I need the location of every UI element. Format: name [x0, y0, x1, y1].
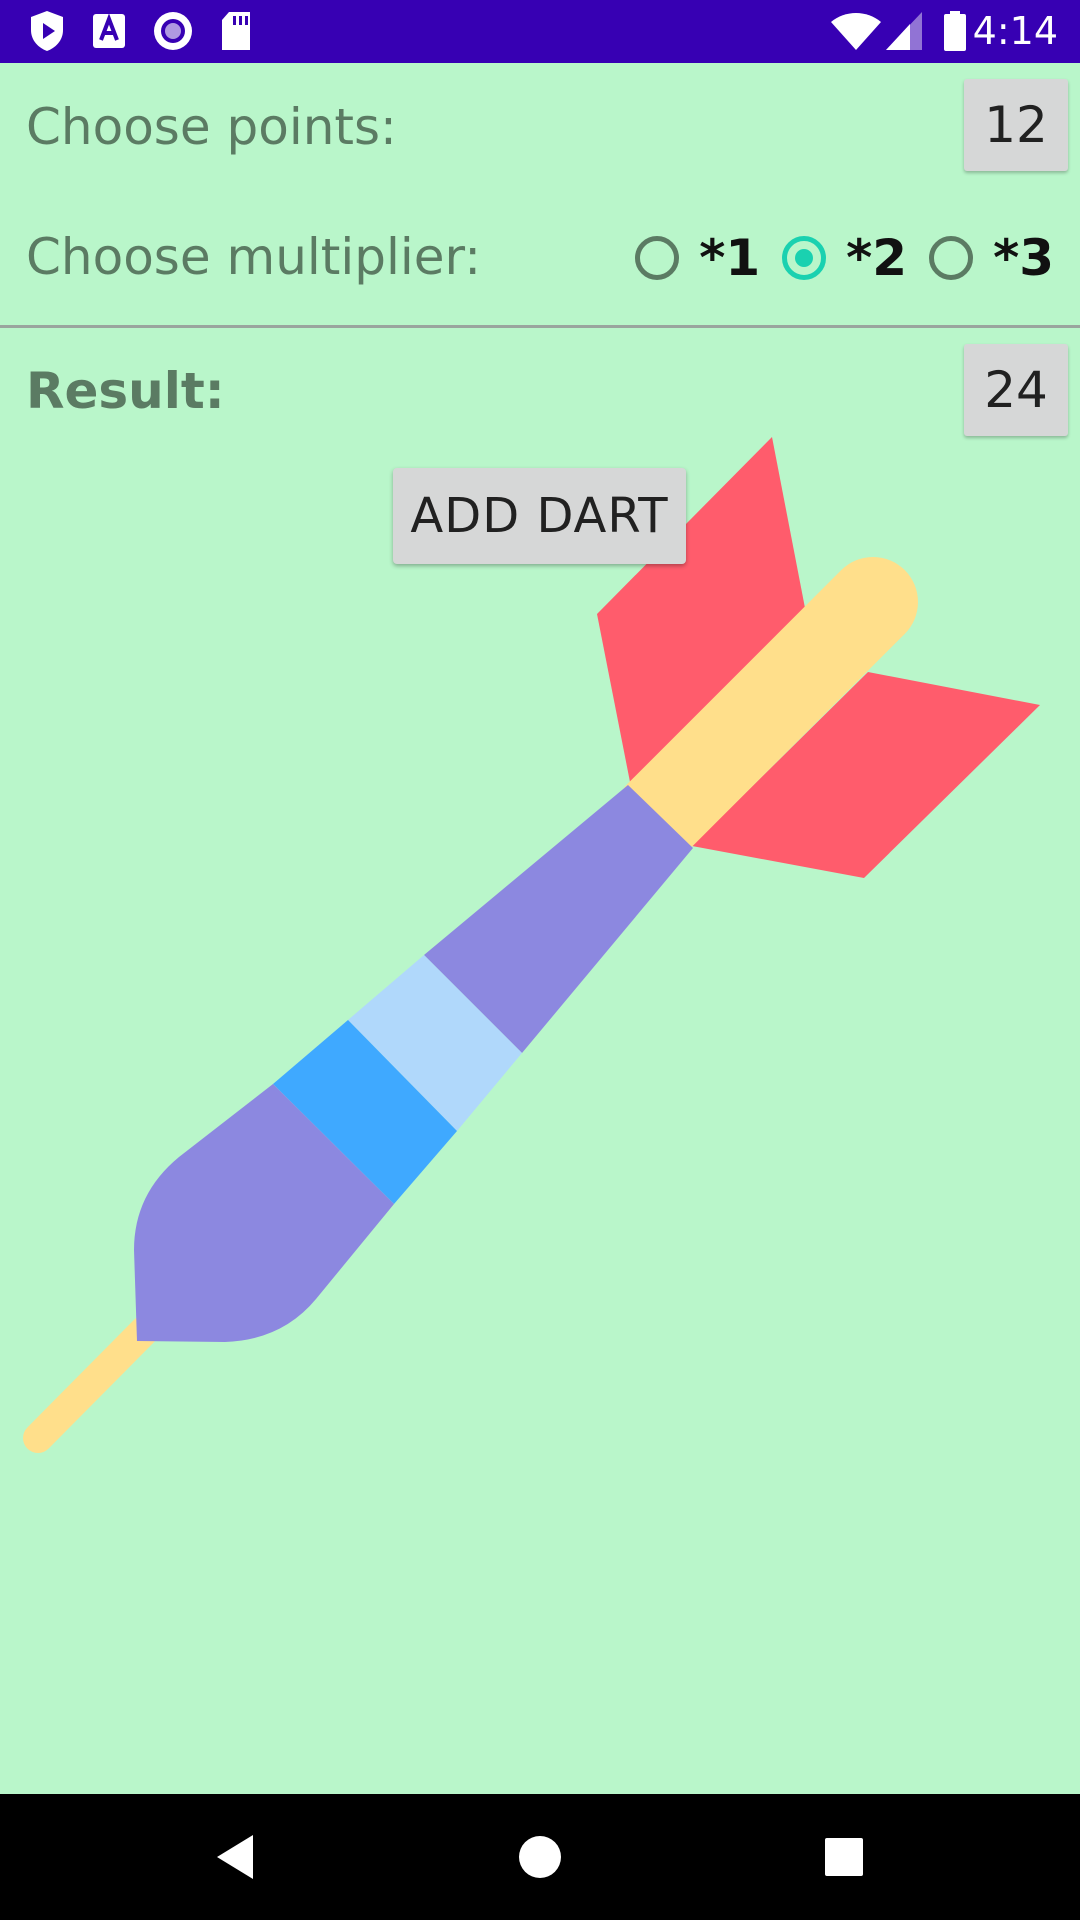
radio-button-1[interactable] [635, 236, 680, 280]
multiplier-option-3-label[interactable]: *3 [993, 229, 1054, 287]
multiplier-option-1[interactable]: *1 [635, 229, 760, 287]
multiplier-option-3[interactable]: *3 [929, 229, 1054, 287]
sd-card-icon [222, 12, 250, 50]
status-bar: 4:14 [0, 0, 1080, 63]
multiplier-option-2-label[interactable]: *2 [846, 229, 907, 287]
dart-illustration [23, 437, 1040, 1453]
signal-icon [886, 12, 922, 50]
font-a-icon [93, 13, 125, 48]
multiplier-radio-group: *1 *2 *3 [613, 226, 1054, 290]
result-label: Result: [26, 362, 225, 420]
points-label: Choose points: [26, 98, 397, 156]
radio-button-3[interactable] [929, 236, 974, 280]
dart-tip [23, 1315, 160, 1453]
circle-dot-icon [154, 12, 192, 50]
back-icon[interactable] [207, 1827, 267, 1887]
navigation-bar [0, 1794, 1080, 1920]
wifi-icon [831, 13, 881, 50]
divider [0, 325, 1080, 328]
radio-button-2[interactable] [782, 236, 827, 280]
status-time: 4:14 [972, 9, 1058, 53]
battery-icon [944, 11, 966, 51]
add-dart-button[interactable]: ADD DART [393, 468, 686, 564]
multiplier-label: Choose multiplier: [26, 228, 482, 286]
recents-icon[interactable] [814, 1827, 874, 1887]
multiplier-option-1-label[interactable]: *1 [699, 229, 760, 287]
shield-play-icon [31, 11, 63, 51]
home-icon[interactable] [510, 1827, 570, 1887]
points-value-field[interactable]: 12 [964, 79, 1068, 171]
multiplier-option-2[interactable]: *2 [782, 229, 907, 287]
